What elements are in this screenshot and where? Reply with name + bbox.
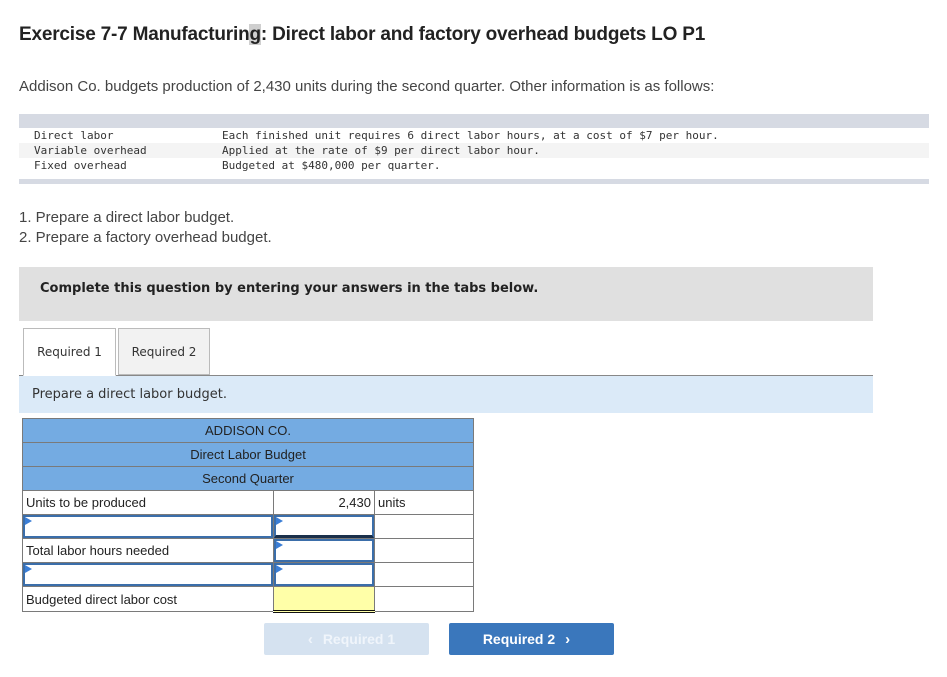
table-row	[22, 514, 474, 539]
tab-required-2[interactable]: Required 2	[118, 328, 210, 375]
instruction-banner: Complete this question by entering your …	[19, 267, 873, 321]
info-table-bottom-bar	[19, 179, 929, 184]
chevron-right-icon: ›	[565, 630, 571, 648]
tab-prompt: Prepare a direct labor budget.	[19, 375, 873, 413]
task-list: 1. Prepare a direct labor budget. 2. Pre…	[19, 208, 272, 248]
label-input-cell	[22, 562, 274, 587]
empty-cell	[374, 562, 474, 587]
value-input[interactable]	[274, 563, 374, 586]
header-row-title: Direct Labor Budget	[22, 442, 474, 467]
table-row: Units to be produced 2,430 units	[22, 490, 474, 515]
tab-bar: Required 1 Required 2	[23, 328, 210, 376]
exercise-title: Exercise 7-7 Manufacturing: Direct labor…	[19, 24, 705, 46]
instruction-text: Complete this question by entering your …	[40, 281, 539, 296]
info-label: Variable overhead	[34, 144, 147, 157]
tab-required-1[interactable]: Required 1	[23, 328, 116, 376]
budgeted-cost-total-cell	[273, 586, 375, 613]
next-button-label: Required 2	[482, 631, 556, 647]
info-row: Variable overhead Applied at the rate of…	[19, 143, 929, 158]
tab-label: Required 2	[131, 344, 197, 359]
label-dropdown-input[interactable]	[23, 515, 273, 538]
title-text-highlight: g	[249, 24, 261, 45]
intro-text: Addison Co. budgets production of 2,430 …	[19, 78, 715, 95]
prev-button-label: Required 1	[322, 631, 396, 647]
label-dropdown-input[interactable]	[23, 563, 273, 586]
header-row-company: ADDISON CO.	[22, 418, 474, 443]
info-table-top-bar	[19, 114, 929, 128]
dropdown-flag-icon	[276, 517, 283, 525]
title-text-part: Exercise 7-7 Manufacturin	[19, 24, 250, 45]
task-item: 2. Prepare a factory overhead budget.	[19, 229, 272, 246]
title-text-part: : Direct labor and factory overhead budg…	[260, 24, 706, 45]
table-row	[22, 562, 474, 587]
prompt-text: Prepare a direct labor budget.	[32, 387, 227, 402]
row-label-units: Units to be produced	[22, 490, 274, 515]
value-input-cell	[273, 514, 375, 539]
info-value: Each finished unit requires 6 direct lab…	[222, 129, 719, 142]
empty-cell	[374, 586, 474, 612]
row-label-total-hours: Total labor hours needed	[22, 538, 274, 563]
dropdown-flag-icon	[276, 541, 283, 549]
dropdown-flag-icon	[25, 517, 32, 525]
tab-label: Required 1	[37, 345, 102, 359]
info-row: Fixed overhead Budgeted at $480,000 per …	[19, 158, 929, 173]
info-value: Applied at the rate of $9 per direct lab…	[222, 144, 540, 157]
empty-cell	[374, 538, 474, 563]
budget-period: Second Quarter	[22, 466, 474, 491]
next-required-2-button[interactable]: Required 2 ›	[449, 623, 614, 655]
chevron-left-icon: ‹	[307, 630, 313, 648]
header-row-period: Second Quarter	[22, 466, 474, 491]
units-unit: units	[374, 490, 474, 515]
row-label-budgeted-cost: Budgeted direct labor cost	[22, 586, 274, 612]
table-row: Total labor hours needed	[22, 538, 474, 563]
prev-required-1-button[interactable]: ‹ Required 1	[264, 623, 429, 655]
task-item: 1. Prepare a direct labor budget.	[19, 209, 235, 226]
info-label: Direct labor	[34, 129, 114, 142]
info-label: Fixed overhead	[34, 159, 127, 172]
table-row: Budgeted direct labor cost	[22, 586, 474, 613]
value-input-cell	[273, 538, 375, 563]
info-row: Direct labor Each finished unit requires…	[19, 128, 929, 143]
company-name: ADDISON CO.	[22, 418, 474, 443]
total-hours-input[interactable]	[274, 539, 374, 562]
info-table: Direct labor Each finished unit requires…	[19, 114, 929, 184]
label-input-cell	[22, 514, 274, 539]
empty-cell	[374, 514, 474, 539]
dropdown-flag-icon	[25, 565, 32, 573]
units-value: 2,430	[273, 490, 375, 515]
direct-labor-budget-table: ADDISON CO. Direct Labor Budget Second Q…	[22, 418, 474, 613]
value-input-cell	[273, 562, 375, 587]
value-input[interactable]	[274, 515, 374, 538]
dropdown-flag-icon	[276, 565, 283, 573]
info-value: Budgeted at $480,000 per quarter.	[222, 159, 441, 172]
budget-title: Direct Labor Budget	[22, 442, 474, 467]
